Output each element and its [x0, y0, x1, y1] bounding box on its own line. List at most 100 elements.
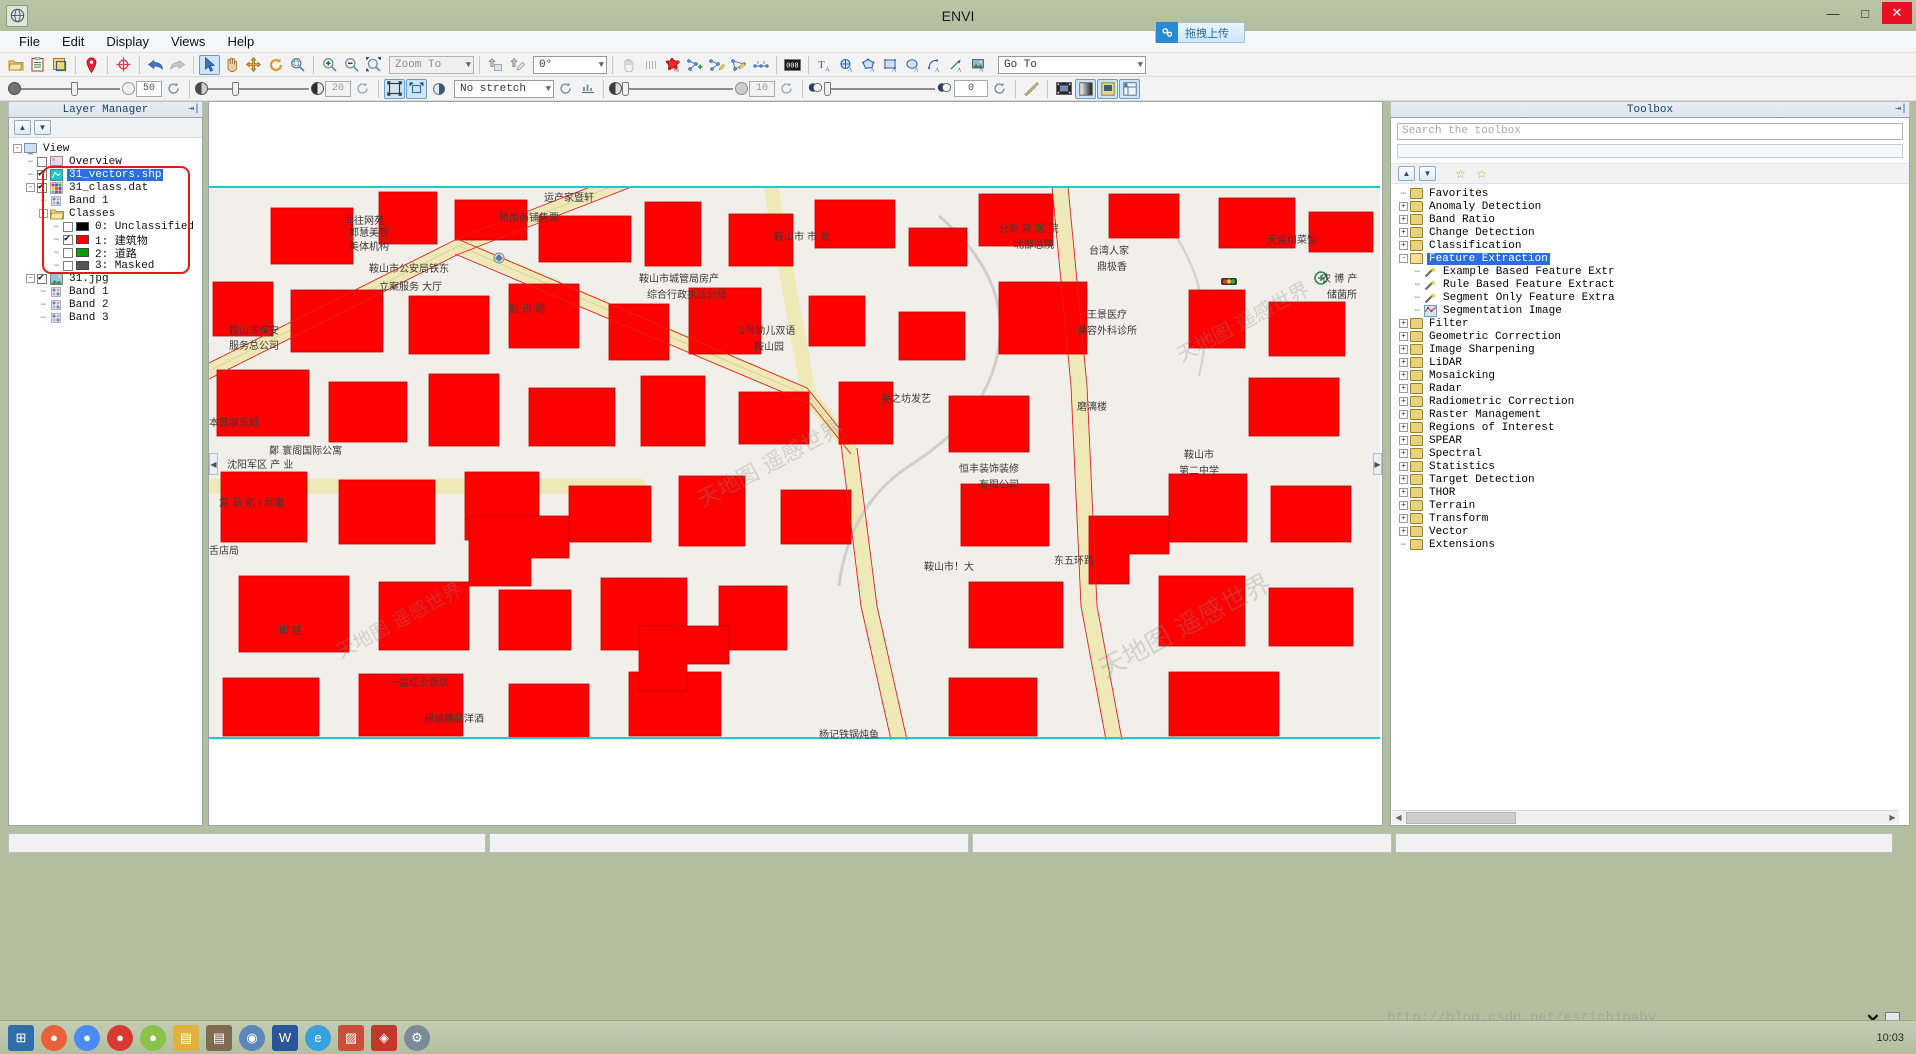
layer-visibility-checkbox[interactable] [37, 156, 47, 167]
crop-raster-button[interactable] [49, 55, 70, 75]
toolbox-tree-item[interactable]: + Spectral [1399, 447, 1909, 460]
pin-icon[interactable]: ⇥| [1895, 103, 1907, 115]
vector-add-icon[interactable] [684, 55, 705, 75]
move-layer-up-button[interactable]: ▲ [14, 120, 31, 135]
portal-button[interactable] [428, 79, 449, 99]
vector-style-icon[interactable] [728, 55, 749, 75]
toolbox-tree-item[interactable]: + Radiometric Correction [1399, 395, 1909, 408]
expander-toggle[interactable]: - [13, 144, 22, 153]
pin-icon[interactable]: ⇥| [188, 103, 200, 115]
toolbox-tree-item[interactable]: ⋯ Extensions [1399, 538, 1909, 551]
word-icon[interactable]: W [272, 1024, 298, 1051]
toolbox-tree-item[interactable]: ⋯ Segmentation Image [1399, 304, 1909, 317]
zoom-layer-button[interactable] [406, 78, 427, 99]
layer-visibility-checkbox[interactable] [37, 181, 47, 193]
stretch-reset-button[interactable] [555, 79, 576, 99]
expander-toggle[interactable]: + [1399, 527, 1408, 536]
toolbox-tree-item[interactable]: + Radar [1399, 382, 1909, 395]
contrast-reset-button[interactable] [352, 79, 373, 99]
magnifier-fit-icon[interactable] [363, 55, 384, 75]
point-annotation-icon[interactable]: A [836, 55, 857, 75]
greyscale-button[interactable] [1075, 78, 1096, 99]
expander-toggle[interactable]: + [1399, 410, 1408, 419]
brightness-reset-button[interactable] [163, 79, 184, 99]
drag-upload-button[interactable]: 拖拽上传 [1155, 22, 1245, 43]
sharpen-reset-button[interactable] [776, 79, 797, 99]
folder-icon[interactable]: ▤ [173, 1024, 199, 1051]
image-annotation-icon[interactable]: A [968, 55, 989, 75]
android-icon[interactable]: ● [140, 1024, 166, 1051]
toolbox-tree-item[interactable]: + LiDAR [1399, 356, 1909, 369]
expander-toggle[interactable]: + [1399, 397, 1408, 406]
toolbox-tree-item[interactable]: + Regions of Interest [1399, 421, 1909, 434]
toolbox-tree-item[interactable]: + Image Sharpening [1399, 343, 1909, 356]
expander-toggle[interactable]: + [1399, 423, 1408, 432]
layer-tree-item[interactable]: ⋯ 31_vectors.shp [13, 168, 202, 181]
menu-display[interactable]: Display [95, 32, 160, 51]
layer-visibility-checkbox[interactable] [63, 221, 73, 232]
vector-snap-icon[interactable] [750, 55, 771, 75]
layer-visibility-checkbox[interactable] [63, 260, 73, 271]
zoom-to-combo[interactable]: Zoom To ▼ [389, 55, 474, 74]
expander-toggle[interactable]: + [1399, 384, 1408, 393]
brightness-slider[interactable] [8, 81, 135, 96]
expander-toggle[interactable]: + [1399, 371, 1408, 380]
toolbox-search-input[interactable]: Search the toolbox [1397, 123, 1903, 140]
toolbox-tree-item[interactable]: + Classification [1399, 239, 1909, 252]
expander-toggle[interactable]: + [1399, 462, 1408, 471]
collapse-left-arrow[interactable]: ◀ [209, 453, 218, 475]
menu-help[interactable]: Help [216, 32, 265, 51]
toolbox-tree-item[interactable]: + Filter [1399, 317, 1909, 330]
arrow-up-layer-icon[interactable] [485, 55, 506, 75]
map-view[interactable]: 天地图 遥感世界 天地图 遥感世界 天地图 遥感世界 天地图 遥感世界 向往网苑… [208, 101, 1383, 826]
full-extent-button[interactable] [384, 78, 405, 99]
toolbox-tree-item[interactable]: + Raster Management [1399, 408, 1909, 421]
ie-icon[interactable]: e [305, 1024, 331, 1051]
layer-tree-item[interactable]: - Classes [13, 207, 202, 220]
transparency-slider[interactable] [808, 81, 953, 97]
open-file-button[interactable] [5, 55, 26, 75]
hand-icon[interactable] [221, 55, 242, 75]
toolbox-tree-item[interactable]: ⋯ Segment Only Feature Extra [1399, 291, 1909, 304]
arrow-redo-icon[interactable] [167, 55, 188, 75]
envi-icon[interactable]: ◈ [371, 1024, 397, 1051]
expander-toggle[interactable]: + [1399, 449, 1408, 458]
toolbox-tree-item[interactable]: ⋯ Example Based Feature Extr [1399, 265, 1909, 278]
opera-icon[interactable]: ● [107, 1024, 133, 1051]
expander-toggle[interactable]: + [1399, 332, 1408, 341]
go-to-combo[interactable]: Go To ▼ [998, 55, 1146, 74]
arrow-undo-icon[interactable] [145, 55, 166, 75]
sharpen-slider[interactable] [609, 81, 748, 96]
stretch-combo[interactable]: No stretch ▼ [454, 79, 554, 98]
toolbox-tree-item[interactable]: + Statistics [1399, 460, 1909, 473]
layer-tree-item[interactable]: - 31_class.dat [13, 181, 202, 194]
toolbox-horizontal-scrollbar[interactable]: ◀ ▶ [1392, 810, 1899, 824]
toolbox-tree-item[interactable]: + THOR [1399, 486, 1909, 499]
roi-icon[interactable]: roi [662, 55, 683, 75]
toolbox-tree-item[interactable]: + Change Detection [1399, 226, 1909, 239]
expander-toggle[interactable]: + [1399, 215, 1408, 224]
layer-visibility-checkbox[interactable] [37, 272, 47, 284]
toolbox-tree-item[interactable]: + Target Detection [1399, 473, 1909, 486]
layer-tree-item[interactable]: ⋯ Band 2 [13, 298, 202, 311]
star-remove-icon[interactable]: ☆ [1473, 166, 1490, 181]
expander-toggle[interactable]: + [1399, 241, 1408, 250]
layer-tree-item[interactable]: ⋯ 3: Masked [13, 259, 202, 272]
collapse-right-arrow[interactable]: ▶ [1373, 453, 1382, 475]
layer-tree-item[interactable]: ⋯ Band 1 [13, 194, 202, 207]
layer-tree-item[interactable]: - 31.jpg [13, 272, 202, 285]
scroll-right-arrow[interactable]: ▶ [1886, 812, 1899, 824]
sharpen-value[interactable]: 10 [749, 80, 775, 97]
layer-tree-item[interactable]: ⋯ 2: 道路 [13, 246, 202, 261]
expander-toggle[interactable]: - [1399, 254, 1408, 263]
spectrum-icon[interactable] [640, 55, 661, 75]
expander-toggle[interactable]: + [1399, 436, 1408, 445]
toolbox-tree-item[interactable]: + Vector [1399, 525, 1909, 538]
expander-toggle[interactable]: + [1399, 475, 1408, 484]
text-annotation-icon[interactable]: TA [814, 55, 835, 75]
toolbox-tree-item[interactable]: + Terrain [1399, 499, 1909, 512]
layer-visibility-checkbox[interactable] [37, 168, 47, 180]
toolbox-down-button[interactable]: ▼ [1419, 166, 1436, 181]
contrast-value[interactable]: 20 [325, 80, 351, 97]
contrast-slider[interactable] [195, 81, 324, 96]
